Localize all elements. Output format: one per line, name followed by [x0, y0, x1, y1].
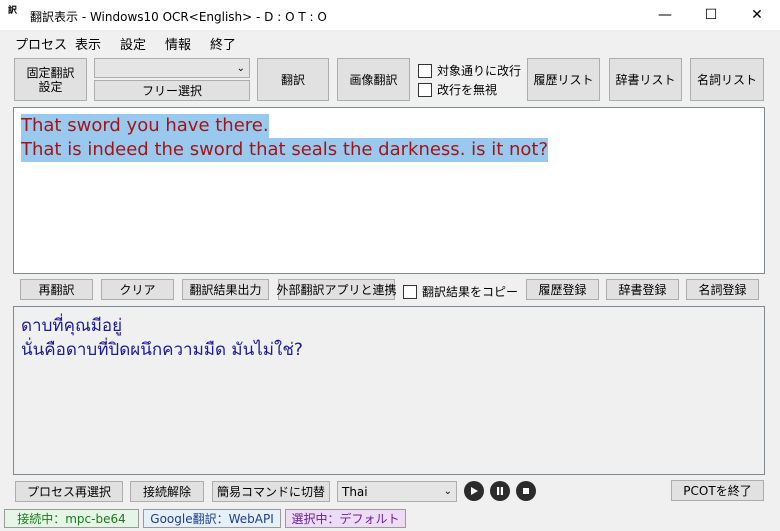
- newline-as-source-checkbox[interactable]: 対象通りに改行: [418, 62, 521, 79]
- history-register-button[interactable]: 履歴登録: [526, 279, 599, 300]
- translated-text-line: ดาบที่คุณมีอยู่: [21, 316, 123, 336]
- menu-bar: プロセス 表示 設定 情報 終了: [0, 30, 780, 53]
- menu-info[interactable]: 情報: [165, 34, 191, 53]
- retranslate-button[interactable]: 再翻訳: [20, 279, 93, 300]
- pause-icon[interactable]: [490, 481, 510, 501]
- region-combo[interactable]: ⌄: [94, 58, 250, 78]
- translated-text-line: นั่นคือดาบที่ปิดผนึกความมืด มันไม่ใช่?: [21, 340, 303, 360]
- play-icon[interactable]: [464, 481, 484, 501]
- chevron-down-icon: ⌄: [236, 62, 245, 74]
- external-app-button[interactable]: 外部翻訳アプリと連携: [277, 279, 397, 300]
- language-select-value: Thai: [342, 484, 368, 499]
- title-bar[interactable]: 訳 翻訳表示 - Windows10 OCR<English> - D : O …: [0, 0, 780, 30]
- noun-register-button[interactable]: 名詞登録: [686, 279, 759, 300]
- switch-simple-command-button[interactable]: 簡易コマンドに切替: [212, 481, 330, 502]
- history-list-button[interactable]: 履歴リスト: [527, 58, 600, 101]
- export-result-button[interactable]: 翻訳結果出力: [182, 279, 269, 300]
- menu-settings[interactable]: 設定: [120, 34, 146, 53]
- fixed-translate-settings-button[interactable]: 固定翻訳 設定: [14, 58, 87, 101]
- source-text-line: That sword you have there.: [21, 114, 269, 138]
- menu-view[interactable]: 表示: [75, 34, 101, 53]
- checkbox-box: [418, 63, 432, 78]
- copy-result-checkbox[interactable]: 翻訳結果をコピー: [403, 283, 518, 300]
- source-text-line: That is indeed the sword that seals the …: [21, 138, 549, 162]
- close-button[interactable]: ✕: [734, 0, 780, 30]
- copy-result-label: 翻訳結果をコピー: [422, 285, 519, 299]
- minimize-button[interactable]: —: [642, 0, 688, 30]
- dictionary-register-button[interactable]: 辞書登録: [606, 279, 679, 300]
- checkbox-box: [403, 284, 417, 299]
- checkbox-box: [418, 82, 432, 97]
- chevron-down-icon: ⌄: [443, 486, 452, 497]
- ignore-newline-label: 改行を無視: [437, 83, 498, 97]
- menu-process[interactable]: プロセス: [15, 34, 67, 53]
- language-select[interactable]: Thai ⌄: [337, 481, 457, 502]
- disconnect-button[interactable]: 接続解除: [130, 481, 204, 502]
- newline-as-source-label: 対象通りに改行: [437, 64, 522, 78]
- status-connected: 接続中：mpc-be64: [4, 509, 139, 528]
- window-title: 翻訳表示 - Windows10 OCR<English> - D : O T …: [30, 10, 327, 24]
- source-text-box[interactable]: That sword you have there. That is indee…: [13, 107, 765, 274]
- quit-pcot-button[interactable]: PCOTを終了: [671, 480, 764, 501]
- stop-icon[interactable]: [516, 481, 536, 501]
- clear-button[interactable]: クリア: [101, 279, 174, 300]
- translated-text-box[interactable]: ดาบที่คุณมีอยู่ นั่นคือดาบที่ปิดผนึกความ…: [13, 306, 765, 475]
- free-select-button[interactable]: フリー選択: [94, 80, 250, 101]
- ignore-newline-checkbox[interactable]: 改行を無視: [418, 81, 497, 98]
- status-selection: 選択中：デフォルト: [285, 509, 406, 528]
- maximize-button[interactable]: ☐: [688, 0, 734, 30]
- menu-exit[interactable]: 終了: [210, 34, 236, 53]
- image-translate-button[interactable]: 画像翻訳: [337, 58, 410, 101]
- translate-button[interactable]: 翻訳: [257, 58, 329, 101]
- reselect-process-button[interactable]: プロセス再選択: [15, 481, 123, 502]
- dictionary-list-button[interactable]: 辞書リスト: [609, 58, 682, 101]
- status-translation-engine: Google翻訳：WebAPI: [143, 509, 281, 528]
- noun-list-button[interactable]: 名詞リスト: [690, 58, 764, 101]
- app-icon: 訳: [8, 6, 18, 16]
